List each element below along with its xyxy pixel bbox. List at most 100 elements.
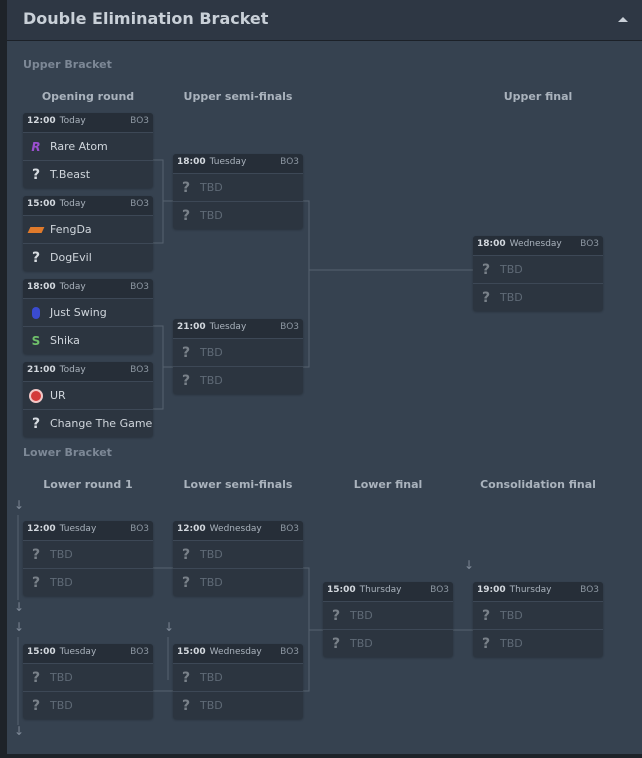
match-format: BO3 — [280, 157, 299, 167]
rare-atom-logo-icon: R — [31, 139, 41, 154]
team-row[interactable]: ? TBD — [473, 255, 603, 283]
question-icon: ? — [31, 574, 41, 591]
team-row[interactable]: ? TBD — [173, 663, 303, 691]
match-card[interactable]: 15:00 Thursday BO3? TBD? TBD — [323, 582, 453, 657]
team-row[interactable]: ? Change The Game — [23, 409, 153, 437]
match-time: 21:00 — [27, 365, 56, 375]
question-icon: ? — [481, 635, 491, 652]
match-day: Wednesday — [509, 239, 562, 249]
question-icon: ? — [331, 607, 341, 624]
match-card[interactable]: 12:00 Tuesday BO3? TBD? TBD — [23, 521, 153, 596]
question-icon: ? — [331, 635, 341, 652]
team-row[interactable]: Just Swing — [23, 298, 153, 326]
match-day: Today — [59, 199, 86, 209]
team-name: TBD — [200, 374, 223, 387]
match-card[interactable]: 15:00 Tuesday BO3? TBD? TBD — [23, 644, 153, 719]
match-format: BO3 — [280, 322, 299, 332]
match-card[interactable]: 18:00 Wednesday BO3? TBD? TBD — [473, 236, 603, 311]
match-time: 15:00 — [177, 647, 206, 657]
question-icon: ? — [31, 166, 41, 183]
team-name: TBD — [200, 671, 223, 684]
team-name: TBD — [200, 699, 223, 712]
match-day: Today — [59, 282, 86, 292]
match-time: 18:00 — [477, 239, 506, 249]
team-row[interactable]: ? TBD — [173, 366, 303, 394]
match-format: BO3 — [130, 647, 149, 657]
match-format: BO3 — [130, 365, 149, 375]
team-name: TBD — [200, 209, 223, 222]
team-name: TBD — [50, 576, 73, 589]
match-header: 15:00 Tuesday BO3 — [23, 644, 153, 663]
team-row[interactable]: ? TBD — [473, 629, 603, 657]
question-icon: ? — [181, 697, 191, 714]
team-row[interactable]: ? TBD — [173, 201, 303, 229]
match-card[interactable]: 21:00 Tuesday BO3? TBD? TBD — [173, 319, 303, 394]
match-header: 21:00 Today BO3 — [23, 362, 153, 381]
question-icon: ? — [481, 607, 491, 624]
team-row[interactable]: ? TBD — [23, 568, 153, 596]
team-row[interactable]: ? TBD — [473, 283, 603, 311]
match-format: BO3 — [130, 524, 149, 534]
match-time: 19:00 — [477, 585, 506, 595]
match-time: 15:00 — [327, 585, 356, 595]
team-name: TBD — [500, 291, 523, 304]
team-row[interactable]: ? TBD — [173, 540, 303, 568]
match-day: Tuesday — [209, 157, 247, 167]
team-row[interactable]: ? TBD — [23, 691, 153, 719]
team-row[interactable]: ? TBD — [323, 629, 453, 657]
match-header: 18:00 Today BO3 — [23, 279, 153, 298]
team-row[interactable]: ? DogEvil — [23, 243, 153, 271]
match-card[interactable]: 15:00 Wednesday BO3? TBD? TBD — [173, 644, 303, 719]
down-arrow-icon: ↓ — [14, 620, 25, 634]
match-card[interactable]: 18:00 Tuesday BO3? TBD? TBD — [173, 154, 303, 229]
match-format: BO3 — [580, 239, 599, 249]
team-row[interactable]: ? TBD — [173, 568, 303, 596]
match-time: 15:00 — [27, 647, 56, 657]
connector — [303, 200, 473, 368]
team-name: TBD — [500, 609, 523, 622]
team-row[interactable]: UR — [23, 381, 153, 409]
down-arrow-icon: ↓ — [464, 558, 475, 572]
team-row[interactable]: ? TBD — [323, 601, 453, 629]
match-format: BO3 — [130, 116, 149, 126]
match-card[interactable]: 19:00 Thursday BO3? TBD? TBD — [473, 582, 603, 657]
match-card[interactable]: 21:00 Today BO3 UR? Change The Game — [23, 362, 153, 437]
team-row[interactable]: ? T.Beast — [23, 160, 153, 188]
match-header: 18:00 Tuesday BO3 — [173, 154, 303, 173]
team-row[interactable]: ? TBD — [473, 601, 603, 629]
match-header: 19:00 Thursday BO3 — [473, 582, 603, 601]
team-name: TBD — [50, 548, 73, 561]
team-name: TBD — [350, 609, 373, 622]
match-header: 18:00 Wednesday BO3 — [473, 236, 603, 255]
team-row[interactable]: S Shika — [23, 326, 153, 354]
question-icon: ? — [31, 669, 41, 686]
team-row[interactable]: ? TBD — [173, 173, 303, 201]
question-icon: ? — [181, 344, 191, 361]
question-icon: ? — [181, 574, 191, 591]
team-row[interactable]: FengDa — [23, 215, 153, 243]
team-row[interactable]: ? TBD — [23, 540, 153, 568]
match-card[interactable]: 18:00 Today BO3 Just Swing S Shika — [23, 279, 153, 354]
match-time: 12:00 — [177, 524, 206, 534]
match-card[interactable]: 12:00 Today BO3 R Rare Atom? T.Beast — [23, 113, 153, 188]
team-name: Change The Game — [50, 417, 153, 430]
match-card[interactable]: 15:00 Today BO3 FengDa? DogEvil — [23, 196, 153, 271]
team-row[interactable]: ? TBD — [23, 663, 153, 691]
team-row[interactable]: ? TBD — [173, 338, 303, 366]
question-icon: ? — [181, 546, 191, 563]
match-time: 12:00 — [27, 524, 56, 534]
match-time: 15:00 — [27, 199, 56, 209]
team-row[interactable]: R Rare Atom — [23, 132, 153, 160]
team-row[interactable]: ? TBD — [173, 691, 303, 719]
team-name: TBD — [200, 576, 223, 589]
team-name: TBD — [350, 637, 373, 650]
match-card[interactable]: 12:00 Wednesday BO3? TBD? TBD — [173, 521, 303, 596]
match-time: 18:00 — [27, 282, 56, 292]
match-time: 12:00 — [27, 116, 56, 126]
team-name: TBD — [200, 346, 223, 359]
match-format: BO3 — [130, 199, 149, 209]
question-icon: ? — [481, 289, 491, 306]
question-icon: ? — [181, 669, 191, 686]
match-day: Wednesday — [209, 524, 262, 534]
question-icon: ? — [31, 546, 41, 563]
